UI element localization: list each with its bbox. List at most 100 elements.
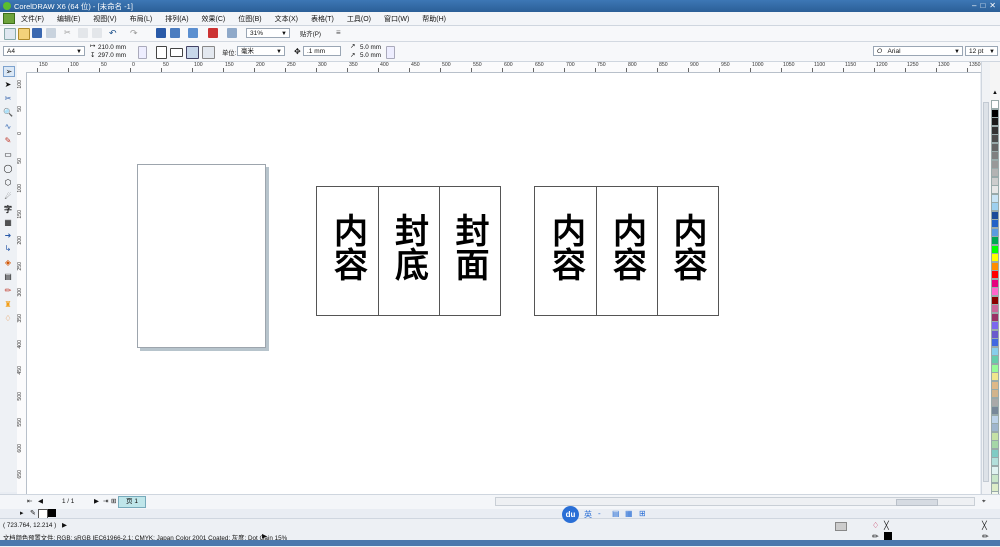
expand-icon[interactable]: ▶ (62, 522, 67, 529)
document-navigator-icon[interactable]: ▸ (20, 509, 28, 517)
connector-tool-icon[interactable]: ↳ (3, 244, 13, 253)
duplicate-y-field[interactable]: 5.0 mm (360, 52, 381, 59)
document-icon[interactable] (3, 13, 15, 24)
zoom-level-select[interactable]: 31% ▼ (246, 28, 290, 38)
import-icon[interactable] (156, 28, 166, 38)
undo-icon[interactable]: ↶ (109, 28, 119, 38)
eyedropper-icon[interactable]: ✎ (30, 509, 38, 517)
table-tool-icon[interactable]: ▦ (3, 218, 13, 227)
page-width-field[interactable]: 210.0 mm (98, 44, 126, 51)
nudge-distance-field[interactable]: .1 mm (303, 46, 341, 56)
next-page-icon[interactable]: ▶ (94, 498, 99, 505)
add-page-icon[interactable]: ⊞ (111, 498, 116, 505)
horizontal-scroll-thumb[interactable] (896, 499, 938, 506)
fill-tool-icon[interactable]: ♢ (3, 314, 13, 323)
outline-swatch-icon[interactable] (48, 509, 56, 517)
open-icon[interactable] (18, 28, 30, 40)
rectangle-tool-icon[interactable]: ▭ (3, 150, 13, 159)
menu-layout[interactable]: 布局(L) (130, 14, 153, 24)
basic-shapes-tool-icon[interactable]: ☄ (3, 192, 13, 201)
landscape-icon[interactable] (170, 48, 183, 57)
maximize-button[interactable]: □ (980, 1, 985, 10)
options-icon[interactable]: ≡ (336, 28, 346, 38)
menu-window[interactable]: 窗口(W) (384, 14, 409, 24)
transparency-tool-icon[interactable]: ▤ (3, 272, 13, 281)
palette-scroll-up-icon[interactable]: ▲ (992, 90, 998, 96)
export-icon[interactable] (170, 28, 180, 38)
spinner-icon[interactable] (138, 46, 147, 59)
new-document-icon[interactable] (4, 28, 16, 40)
panel-content[interactable]: 内容 (317, 187, 379, 315)
font-size-select[interactable]: 12 pt ▼ (965, 46, 998, 56)
menu-arrange[interactable]: 排列(A) (165, 14, 188, 24)
page-tab[interactable]: 页 1 (118, 496, 146, 508)
all-pages-icon[interactable] (186, 46, 199, 59)
snap-to-dropdown[interactable]: 贴齐(P) (300, 29, 321, 38)
units-select[interactable]: 毫米 ▼ (237, 46, 285, 56)
smart-fill-tool-icon[interactable]: ✎ (3, 136, 13, 145)
application-launcher-icon[interactable] (208, 28, 218, 38)
panel-content[interactable]: 内容 (596, 187, 658, 315)
menu-bitmaps[interactable]: 位图(B) (238, 14, 261, 24)
book-cover-layout-right[interactable]: 内容 内容 内容 (534, 186, 719, 316)
horizontal-scrollbar[interactable] (495, 497, 975, 506)
menu-table[interactable]: 表格(T) (311, 14, 334, 24)
ime-skin-icon[interactable]: ▤ (612, 509, 620, 518)
close-button[interactable]: ✕ (989, 1, 996, 10)
freehand-tool-icon[interactable]: ∿ (3, 122, 13, 131)
ime-menu-icon[interactable]: ⊞ (639, 509, 646, 518)
ruler-tick-label: 350 (17, 314, 23, 323)
menu-help[interactable]: 帮助(H) (422, 14, 446, 24)
blend-tool-icon[interactable]: ◈ (3, 258, 13, 267)
eyedropper-tool-icon[interactable]: ✏ (3, 286, 13, 295)
copy-icon[interactable] (78, 28, 88, 38)
menu-edit[interactable]: 编辑(E) (57, 14, 80, 24)
current-page-icon[interactable] (202, 46, 215, 59)
portrait-icon[interactable] (156, 46, 167, 59)
cut-icon[interactable]: ✂ (64, 28, 74, 38)
menu-tools[interactable]: 工具(O) (347, 14, 371, 24)
zoom-tool-icon[interactable]: 🔍 (3, 108, 13, 117)
ime-punctuation-icon[interactable]: ‐ (598, 509, 601, 518)
ruler-tick-mark (471, 68, 472, 72)
expand-icon[interactable]: ▶ (262, 533, 267, 540)
menu-file[interactable]: 文件(F) (21, 14, 44, 24)
text-tool-icon[interactable]: 字 (3, 205, 13, 214)
zoom-to-page-icon[interactable]: ⌖ (982, 498, 986, 506)
panel-front-cover[interactable]: 封面 (439, 187, 499, 315)
panel-content[interactable]: 内容 (657, 187, 717, 315)
crop-tool-icon[interactable]: ✂ (3, 94, 13, 103)
font-list-select[interactable]: O Arial ▼ (873, 46, 963, 56)
panel-content[interactable]: 内容 (535, 187, 597, 315)
previous-page-icon[interactable]: ◀ (38, 498, 43, 505)
paste-icon[interactable] (92, 28, 102, 38)
minimize-button[interactable]: – (972, 1, 976, 10)
menu-view[interactable]: 视图(V) (93, 14, 116, 24)
a4-page[interactable] (137, 164, 266, 348)
book-cover-layout-left[interactable]: 内容 封底 封面 (316, 186, 501, 316)
page-height-field[interactable]: 297.0 mm (98, 52, 126, 59)
menu-text[interactable]: 文本(X) (275, 14, 298, 24)
ellipse-tool-icon[interactable]: ◯ (3, 164, 13, 173)
dimension-tool-icon[interactable]: ➜ (3, 231, 13, 240)
publish-pdf-icon[interactable] (188, 28, 198, 38)
last-page-icon[interactable]: ⇥ (103, 498, 108, 505)
menu-effects[interactable]: 效果(C) (202, 14, 226, 24)
panel-back-cover[interactable]: 封底 (378, 187, 440, 315)
spinner-icon[interactable] (386, 46, 395, 59)
ime-toolbox-icon[interactable]: ▦ (625, 509, 633, 518)
outline-pen-tool-icon[interactable]: ♜ (3, 300, 13, 309)
polygon-tool-icon[interactable]: ⬡ (3, 178, 13, 187)
first-page-icon[interactable]: ⇤ (27, 498, 32, 505)
shape-tool-icon[interactable]: ➤ (3, 80, 13, 89)
print-icon[interactable] (46, 28, 56, 38)
vertical-scroll-thumb[interactable] (983, 102, 989, 482)
ime-language[interactable]: 英 (584, 509, 592, 520)
save-icon[interactable] (32, 28, 42, 38)
pick-tool-icon[interactable]: ➢ (3, 66, 15, 77)
duplicate-x-field[interactable]: 5.0 mm (360, 44, 381, 51)
full-screen-preview-icon[interactable] (227, 28, 237, 38)
paper-size-select[interactable]: A4 ▼ (3, 46, 85, 56)
redo-icon[interactable]: ↷ (130, 28, 140, 38)
baidu-ime-logo[interactable]: du (562, 506, 579, 523)
